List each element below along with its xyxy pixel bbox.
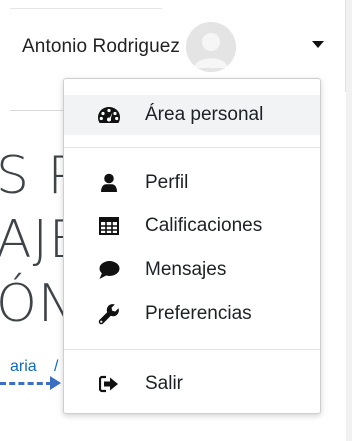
default-avatar-icon [186,22,237,72]
navbar-top-divider [10,8,162,9]
menu-item-perfil[interactable]: Perfil [64,163,320,203]
menu-item-mensajes[interactable]: Mensajes [64,250,320,290]
menu-item-salir[interactable]: Salir [64,364,320,404]
menu-item-label: Calificaciones [145,215,263,236]
menu-item-preferencias[interactable]: Preferencias [64,294,320,334]
comment-icon [97,258,121,282]
menu-item-label: Mensajes [145,259,227,280]
page-scrollbar[interactable] [345,0,352,441]
breadcrumb-separator: / [54,358,59,375]
breadcrumb-link[interactable]: aria [10,358,37,376]
table-icon [97,214,121,238]
user-dropdown-menu: Área personal Perfil Calificaciones Mens… [63,78,321,414]
wrench-icon [97,302,121,326]
avatar[interactable] [186,22,237,72]
menu-item-calificaciones[interactable]: Calificaciones [64,206,320,246]
menu-item-label: Perfil [145,172,189,193]
user-name[interactable]: Antonio Rodriguez [22,36,180,58]
menu-item-label: Área personal [145,104,264,125]
dashboard-icon [97,103,121,127]
annotation-arrow-line [0,382,52,385]
annotation-arrow-head-icon [50,376,61,390]
menu-item-label: Salir [145,373,184,394]
menu-item-label: Preferencias [145,303,252,324]
user-menu-toggle[interactable]: Antonio Rodriguez [22,20,237,74]
menu-item-area-personal[interactable]: Área personal [64,95,320,135]
sign-out-icon [97,372,121,396]
menu-divider [64,147,320,148]
menu-divider [64,349,320,350]
caret-down-icon[interactable] [312,41,324,48]
user-icon [97,171,121,195]
